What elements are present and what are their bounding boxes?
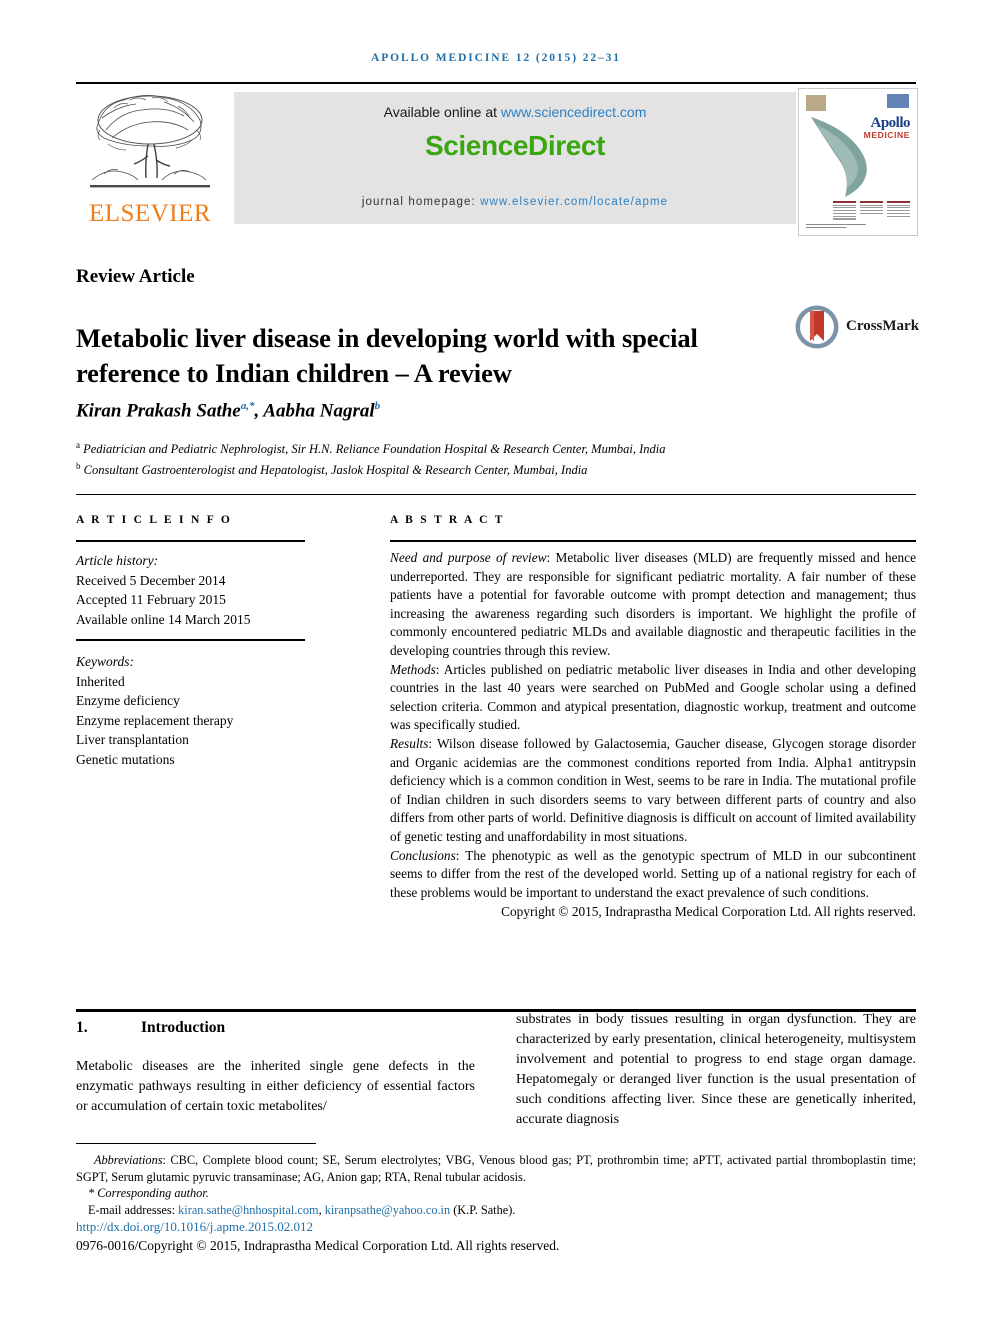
article-info-header: A R T I C L E I N F O [76, 514, 233, 526]
abstract-section-label: Methods [390, 661, 436, 677]
email-addresses-note: E-mail addresses: kiran.sathe@hnhospital… [76, 1202, 916, 1219]
journal-homepage-link[interactable]: www.elsevier.com/locate/apme [480, 196, 668, 208]
abbreviations-label: Abbreviations [93, 1153, 163, 1167]
sciencedirect-wordmark: ScienceDirect [424, 130, 605, 161]
abstract-section-text: : The phenotypic as well as the genotypi… [390, 847, 916, 900]
article-available-date: Available online 14 March 2015 [76, 611, 251, 627]
cover-column [860, 201, 883, 225]
journal-homepage-line: journal homepage: www.elsevier.com/locat… [234, 196, 796, 208]
abstract-paragraph: Methods: Articles published on pediatric… [390, 661, 916, 735]
corresponding-author-marker: * [88, 1186, 95, 1200]
abstract-section-text: : Metabolic liver diseases (MLD) are fre… [390, 550, 917, 658]
abstract-section-label: Conclusions [390, 847, 456, 863]
article-accepted-date: Accepted 11 February 2015 [76, 592, 226, 607]
email-addresses-label: E-mail addresses: [88, 1202, 179, 1217]
crossmark-icon [795, 305, 839, 349]
article-history-label: Article history: [76, 553, 159, 568]
author-2-affiliation-marker: b [374, 400, 381, 412]
affiliation-b: b Consultant Gastroenterologist and Hepa… [76, 458, 896, 479]
keywords-block: Keywords: Inherited Enzyme deficiency En… [76, 652, 316, 769]
abstract-section-text: : Wilson disease followed by Galactosemi… [390, 735, 916, 844]
running-head: APOLLO MEDICINE 12 (2015) 22–31 [371, 52, 621, 64]
cover-column [833, 201, 856, 225]
abbreviations-text: : CBC, Complete blood count; SE, Serum e… [76, 1153, 916, 1184]
email-link-2[interactable]: kiranpsathe@yahoo.co.in [325, 1203, 450, 1217]
article-info-rule [76, 540, 305, 542]
body-column-left: Metabolic diseases are the inherited sin… [76, 1057, 475, 1117]
keyword-item: Inherited [76, 673, 125, 689]
abstract-section-label: Need and purpose of review [390, 550, 547, 565]
email-link-1[interactable]: kiran.sathe@hnhospital.com [178, 1203, 318, 1217]
abstract-section-text: : Articles published on pediatric metabo… [390, 661, 916, 733]
doi-link[interactable]: http://dx.doi.org/10.1016/j.apme.2015.02… [76, 1219, 313, 1235]
keyword-item: Enzyme deficiency [76, 693, 180, 708]
affiliation-a: a Pediatrician and Pediatric Nephrologis… [76, 437, 896, 458]
abstract-paragraph: Need and purpose of review: Metabolic li… [390, 549, 916, 661]
cover-article-columns [833, 201, 911, 225]
footnotes-block: Abbreviations: CBC, Complete blood count… [76, 1152, 916, 1218]
abstract-paragraph: Results: Wilson disease followed by Gala… [390, 735, 916, 847]
abstract-header: A B S T R A C T [390, 514, 505, 526]
abstract-copyright: Copyright © 2015, Indraprastha Medical C… [501, 904, 916, 920]
body-paragraph: Metabolic diseases are the inherited sin… [76, 1059, 475, 1114]
crossmark-badge[interactable]: CrossMark [794, 304, 919, 352]
cover-publisher-mark-icon [887, 94, 909, 108]
abbreviations-note: Abbreviations: CBC, Complete blood count… [76, 1152, 916, 1185]
abstract-rule [390, 540, 916, 542]
author-name-1: Kiran Prakash Sathe [76, 400, 241, 422]
section-divider-rule [76, 494, 916, 495]
journal-article-page: APOLLO MEDICINE 12 (2015) 22–31 ELSEVIER… [0, 0, 992, 1323]
abstract-section-label: Results [390, 735, 429, 751]
available-online-line: Available online at www.sciencedirect.co… [234, 104, 796, 120]
cover-footer-lines [806, 223, 866, 230]
corresponding-author-text: Corresponding author. [97, 1186, 209, 1200]
cover-column [887, 201, 910, 225]
header-rule [76, 82, 916, 84]
affiliation-b-text: Consultant Gastroenterologist and Hepato… [80, 463, 588, 478]
sciencedirect-banner: Available online at www.sciencedirect.co… [234, 92, 796, 224]
author-list: Kiran Prakash Sathea,*, Aabha Nagralb [76, 400, 896, 422]
elsevier-wordmark: ELSEVIER [88, 200, 212, 227]
article-history: Article history: Received 5 December 201… [76, 551, 316, 629]
keyword-item: Genetic mutations [76, 751, 175, 767]
article-received-date: Received 5 December 2014 [76, 572, 226, 588]
article-history-rule [76, 639, 305, 641]
masthead: ELSEVIER Available online at www.science… [76, 88, 918, 236]
abstract-body: Need and purpose of review: Metabolic li… [390, 549, 916, 922]
author-separator: , Aabha Nagral [254, 400, 375, 422]
section-title: Introduction [141, 1019, 226, 1036]
body-column-right: substrates in body tissues resulting in … [516, 1010, 916, 1130]
available-online-prefix: Available online at [383, 104, 501, 120]
affiliations: a Pediatrician and Pediatric Nephrologis… [76, 437, 896, 479]
section-number: 1. [76, 1019, 88, 1036]
sciencedirect-link[interactable]: www.sciencedirect.com [501, 104, 647, 120]
email-suffix: (K.P. Sathe). [450, 1202, 516, 1217]
article-type-label: Review Article [76, 266, 195, 287]
author-1-affiliation-marker: a,* [240, 400, 255, 412]
page-title: Metabolic liver disease in developing wo… [76, 322, 698, 388]
cover-journal-subtitle: MEDICINE [863, 130, 910, 140]
journal-homepage-prefix: journal homepage: [361, 196, 481, 208]
keywords-label: Keywords: [76, 654, 134, 669]
cover-emblem-icon [806, 95, 826, 111]
issn-copyright-line: 0976-0016/Copyright © 2015, Indraprastha… [76, 1238, 560, 1253]
crossmark-label: CrossMark [846, 318, 920, 334]
keyword-item: Liver transplantation [76, 732, 189, 747]
affiliation-a-text: Pediatrician and Pediatric Nephrologist,… [80, 442, 666, 457]
corresponding-author-note: * Corresponding author. [76, 1185, 916, 1202]
abstract-paragraph: Conclusions: The phenotypic as well as t… [390, 847, 916, 903]
body-paragraph: substrates in body tissues resulting in … [516, 1012, 916, 1127]
keyword-item: Enzyme replacement therapy [76, 712, 234, 728]
elsevier-tree-icon [90, 95, 210, 188]
footnote-rule [76, 1143, 316, 1144]
journal-cover-thumbnail: Apollo MEDICINE [798, 88, 918, 236]
elsevier-logo: ELSEVIER [76, 88, 224, 234]
